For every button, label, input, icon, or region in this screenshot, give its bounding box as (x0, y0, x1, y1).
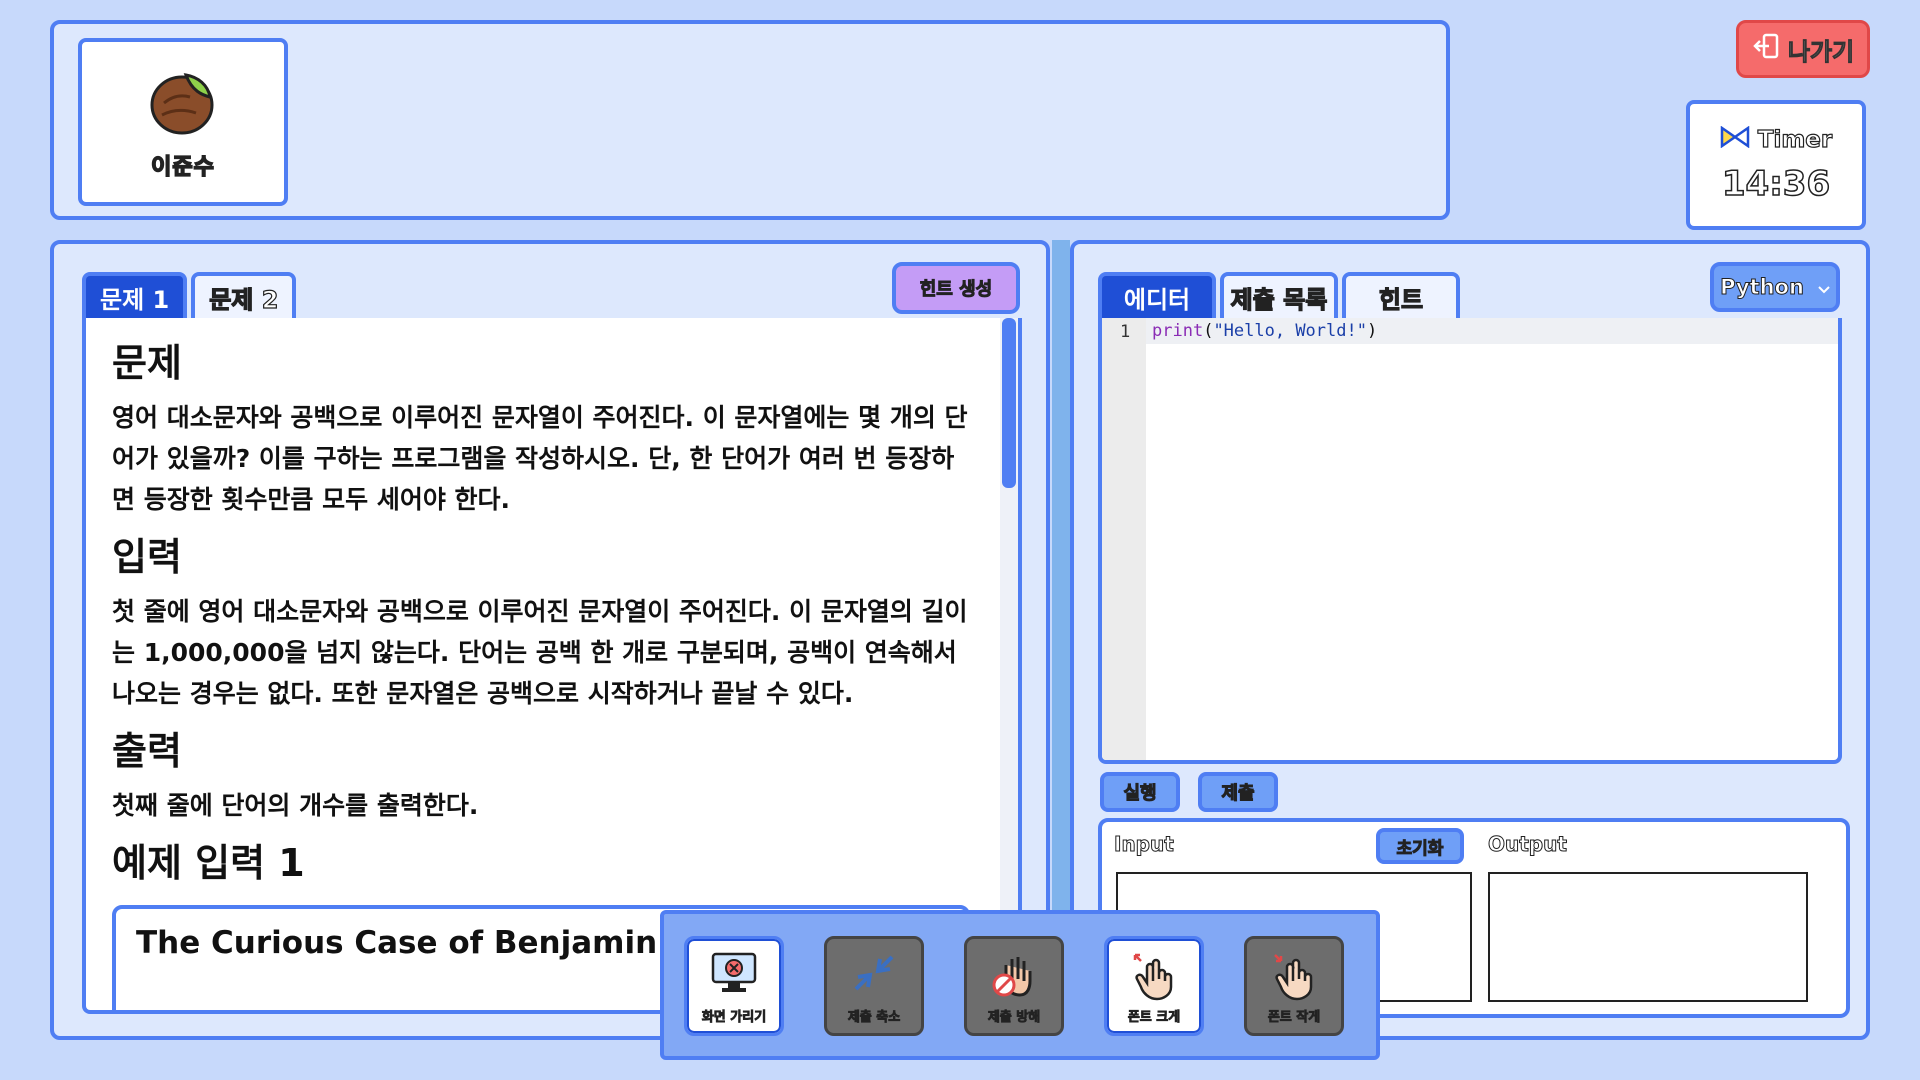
tab-submissions[interactable]: 제출 목록 (1220, 272, 1338, 318)
input-body: 첫 줄에 영어 대소문자와 공백으로 이루어진 문자열이 주어진다. 이 문자열… (112, 597, 968, 708)
code-editor[interactable]: 1 print("Hello, World!") (1098, 318, 1842, 764)
hand-shrink-icon (1269, 951, 1319, 1005)
player-bar: 이준수 (50, 20, 1450, 220)
item-submit-block[interactable]: 제출 방해 (964, 936, 1064, 1036)
exit-label: 나가기 (1787, 37, 1855, 66)
code-line[interactable]: print("Hello, World!") (1146, 318, 1838, 344)
tab-editor[interactable]: 에디터 (1098, 272, 1216, 318)
run-button[interactable]: 실행 (1100, 772, 1180, 812)
input-heading: 입력 (112, 535, 182, 579)
submit-button[interactable]: 제출 (1198, 772, 1278, 812)
shrink-arrows-icon (850, 951, 898, 999)
problem-scrollbar[interactable] (1000, 318, 1018, 1010)
blocked-hand-icon (990, 951, 1038, 1003)
example-heading: 예제 입력 1 (112, 841, 305, 885)
output-body: 첫째 줄에 단어의 개수를 출력한다. (112, 791, 479, 820)
code-close-paren: ) (1366, 321, 1378, 341)
line-number: 1 (1120, 322, 1131, 342)
code-func: print (1152, 321, 1204, 341)
scrollbar-thumb[interactable] (1002, 318, 1016, 488)
item-tray: 화면 가리기 제출 축소 제출 방해 폰트 크게 폰트 작게 (660, 910, 1380, 1060)
player-card: 이준수 (78, 38, 288, 206)
language-select[interactable]: Python (1710, 262, 1840, 312)
timer-value: 14:36 (1721, 163, 1831, 205)
item-label: 화면 가리기 (701, 1010, 767, 1026)
code-open-paren: ( (1203, 321, 1214, 341)
output-area (1488, 872, 1808, 1002)
line-gutter: 1 (1102, 318, 1146, 760)
tab-hint[interactable]: 힌트 (1342, 272, 1460, 318)
hint-generate-button[interactable]: 힌트 생성 (892, 262, 1020, 314)
code-string: "Hello, World!" (1213, 321, 1367, 341)
input-label: Input (1114, 832, 1175, 857)
timer: Timer 14:36 (1686, 100, 1866, 230)
exit-door-icon (1752, 32, 1780, 66)
chevron-down-icon (1818, 275, 1830, 299)
output-heading: 출력 (112, 729, 182, 773)
item-label: 폰트 작게 (1267, 1010, 1321, 1026)
tab-problem-2[interactable]: 문제 2 (191, 272, 297, 318)
item-font-smaller[interactable]: 폰트 작게 (1244, 936, 1344, 1036)
hand-expand-icon (1129, 951, 1179, 1005)
peanut-avatar-icon (146, 63, 220, 141)
monitor-blocked-icon (710, 951, 758, 999)
reset-button[interactable]: 초기화 (1376, 828, 1464, 864)
exit-button[interactable]: 나가기 (1736, 20, 1870, 78)
player-name: 이준수 (150, 154, 215, 181)
hourglass-icon (1720, 125, 1750, 154)
item-label: 제출 축소 (847, 1010, 901, 1026)
item-label: 제출 방해 (987, 1010, 1041, 1026)
problem-heading: 문제 (112, 341, 182, 385)
problem-body: 영어 대소문자와 공백으로 이루어진 문자열이 주어진다. 이 문자열에는 몇 … (112, 403, 968, 514)
item-screen-block[interactable]: 화면 가리기 (684, 936, 784, 1036)
editor-tabs: 에디터 제출 목록 힌트 (1098, 272, 1460, 318)
timer-label: Timer (1757, 126, 1833, 153)
problem-tabs: 문제 1 문제 2 (82, 272, 297, 318)
output-label: Output (1488, 832, 1568, 857)
item-label: 폰트 크게 (1127, 1010, 1181, 1026)
language-value: Python (1720, 275, 1805, 300)
item-submit-shrink[interactable]: 제출 축소 (824, 936, 924, 1036)
item-font-bigger[interactable]: 폰트 크게 (1104, 936, 1204, 1036)
tab-problem-1[interactable]: 문제 1 (82, 272, 188, 318)
